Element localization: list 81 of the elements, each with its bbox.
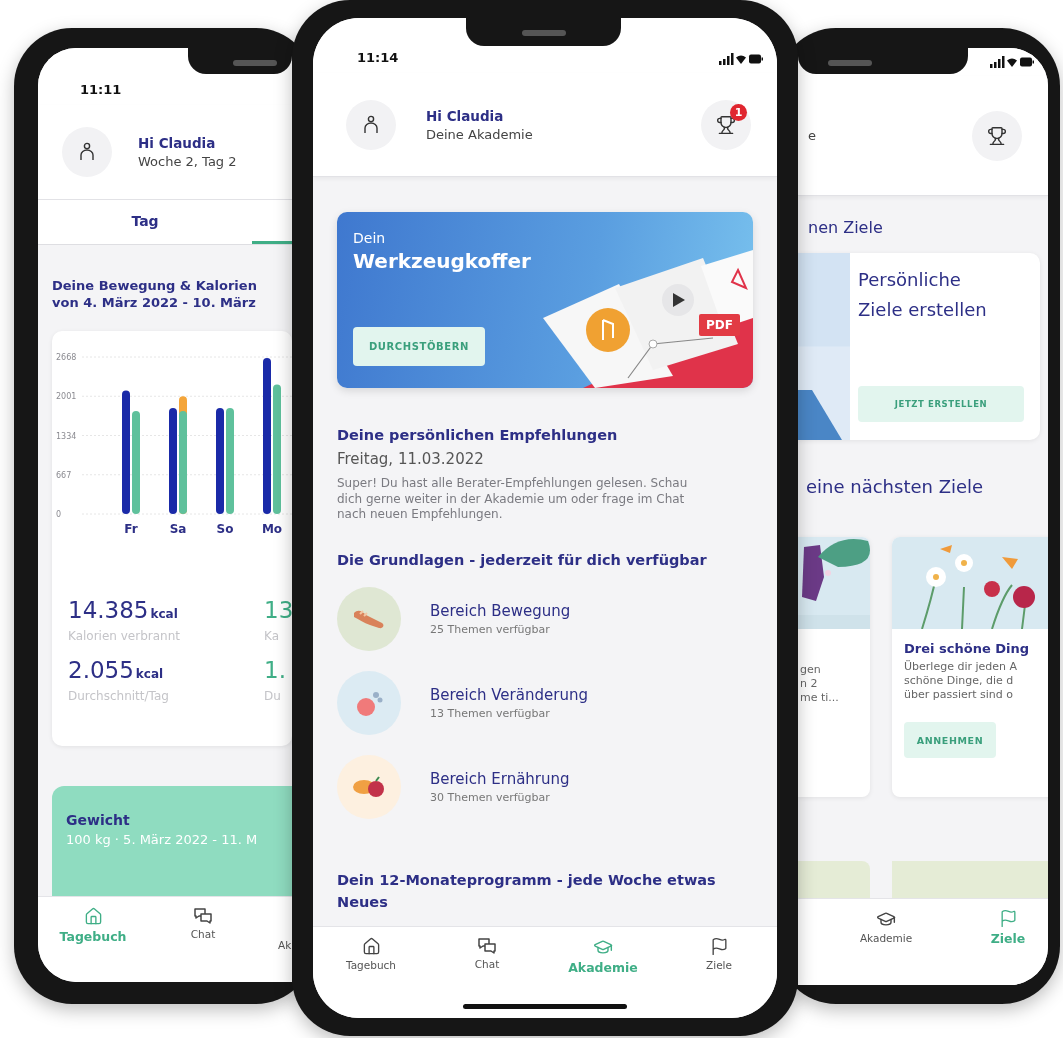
axis-tick: 0: [56, 510, 62, 519]
stat-value: 13: [264, 597, 292, 623]
notification-badge: 1: [730, 103, 747, 121]
axis-tick: 2001: [56, 392, 77, 402]
nav-tab[interactable]: Chat: [429, 937, 545, 981]
stat-label: Durchschnitt/Tag: [68, 689, 170, 703]
goal-card[interactable]: Drei schöne Ding Überlege dir jeden A schöne Dinge, die d über passiert sind o ANNEHMEN: [892, 537, 1048, 797]
topic-count: 25 Themen verfügbar: [430, 622, 551, 636]
status-time: 11:11: [80, 82, 122, 97]
home-icon: [83, 907, 103, 926]
status-icons: [719, 53, 763, 65]
topic-title[interactable]: Bereich Ernährung: [430, 769, 753, 788]
banner-title: Werkzeugkoffer: [353, 249, 532, 273]
stat-label: Ka: [264, 629, 280, 643]
nav-tab[interactable]: Ziele: [661, 937, 777, 981]
card-text-line: n 2: [800, 677, 819, 691]
greeting: Hi Claudia: [138, 135, 217, 151]
axis-tick: 667: [56, 470, 72, 480]
status-time: 11:14: [357, 50, 399, 65]
card-text-line: schöne Dinge, die d: [904, 674, 1015, 688]
axis-tick: 1334: [56, 431, 77, 441]
date-text: Freitag, 11.03.2022: [337, 450, 485, 468]
person-icon: [363, 114, 379, 135]
axis-label: Mo: [261, 522, 283, 536]
section-title: nen Ziele: [807, 218, 884, 237]
trophy-icon: [987, 125, 1007, 146]
section-title: Die Grundlagen - jederzeit für dich verfügbar: [337, 550, 708, 570]
trophy-button[interactable]: 1: [701, 99, 751, 150]
section-title: eine nächsten Ziele: [805, 476, 985, 497]
nav-tab[interactable]: Tagebuch: [313, 937, 429, 981]
header-subtitle: e: [808, 128, 817, 143]
flag-icon: [998, 909, 1018, 928]
section-title: Deine persönlichen Empfehlungen: [337, 426, 619, 445]
section-title: von 4. März 2022 - 10. März: [52, 294, 257, 311]
card-subtitle: 100 kg · 5. März 2022 - 11. M: [66, 832, 259, 847]
axis-label: So: [216, 522, 234, 536]
card-background: [798, 861, 870, 898]
axis-label: Fr: [124, 522, 138, 536]
flag-icon: [709, 937, 729, 956]
card-text-line: Überlege dir jeden A: [904, 660, 1019, 674]
avatar[interactable]: [346, 99, 396, 150]
goal-card[interactable]: gen n 2 me ti...: [798, 537, 870, 797]
home-icon: [361, 937, 381, 956]
stat-value: 1.: [264, 657, 287, 683]
recommendation-text: Super! Du hast alle Berater-Empfehlungen gelesen. Schau dich gerne weiter in der Akademie um oder frage im Chat nach neuen Empfehlungen.: [337, 476, 689, 523]
nav-tab[interactable]: Akademie: [846, 909, 926, 953]
nav-tab[interactable]: Chat: [148, 907, 258, 951]
toolbox-banner[interactable]: Dein Werkzeugkoffer DURCHSTÖBERN PDF: [337, 212, 753, 388]
stat-label: Kalorien verbrannt: [68, 629, 181, 643]
weight-card[interactable]: Gewicht 100 kg · 5. März 2022 - 11. M: [52, 786, 292, 896]
trophy-button[interactable]: [972, 110, 1022, 161]
card-text-line: gen: [800, 663, 822, 677]
banner-overline: Dein: [353, 230, 387, 246]
stat-value: 14.385 kcal: [68, 597, 179, 623]
topic-count: 30 Themen verfügbar: [430, 790, 551, 804]
card-text-line: über passiert sind o: [904, 688, 1015, 702]
axis-tick: 2668: [56, 353, 77, 362]
header-subtitle: Woche 2, Tag 2: [138, 154, 238, 169]
topic-title[interactable]: Bereich Veränderung: [430, 685, 753, 704]
status-icons: [990, 56, 1034, 68]
header-subtitle: Deine Akademie: [426, 126, 534, 142]
stat-label: Du: [264, 689, 282, 703]
stat-value: 2.055 kcal: [68, 657, 165, 683]
goal-create-card[interactable]: Persönliche Ziele erstellen JETZT ERSTELLEN: [798, 253, 1040, 440]
nav-tab[interactable]: Ak: [258, 907, 292, 951]
greeting: Hi Claudia: [426, 107, 505, 124]
card-title: Persönliche: [858, 268, 962, 292]
section-title: Deine Bewegung & Kalorien: [52, 277, 258, 294]
card-title: Ziele erstellen: [858, 298, 988, 322]
card-title: Drei schöne Ding: [904, 641, 1031, 656]
card-text-line: me ti...: [800, 691, 840, 705]
section-title: Dein 12-Monateprogramm - jede Woche etwas Neues: [337, 870, 717, 912]
chat-icon: [477, 937, 497, 955]
card-title: Gewicht: [66, 812, 131, 828]
avatar[interactable]: [62, 127, 112, 177]
person-icon: [79, 142, 95, 162]
topic-count: 13 Themen verfügbar: [430, 706, 551, 720]
pdf-label: PDF: [699, 314, 740, 336]
topic-title[interactable]: Bereich Bewegung: [430, 601, 753, 620]
chat-icon: [193, 907, 213, 925]
axis-label: Sa: [169, 522, 187, 536]
